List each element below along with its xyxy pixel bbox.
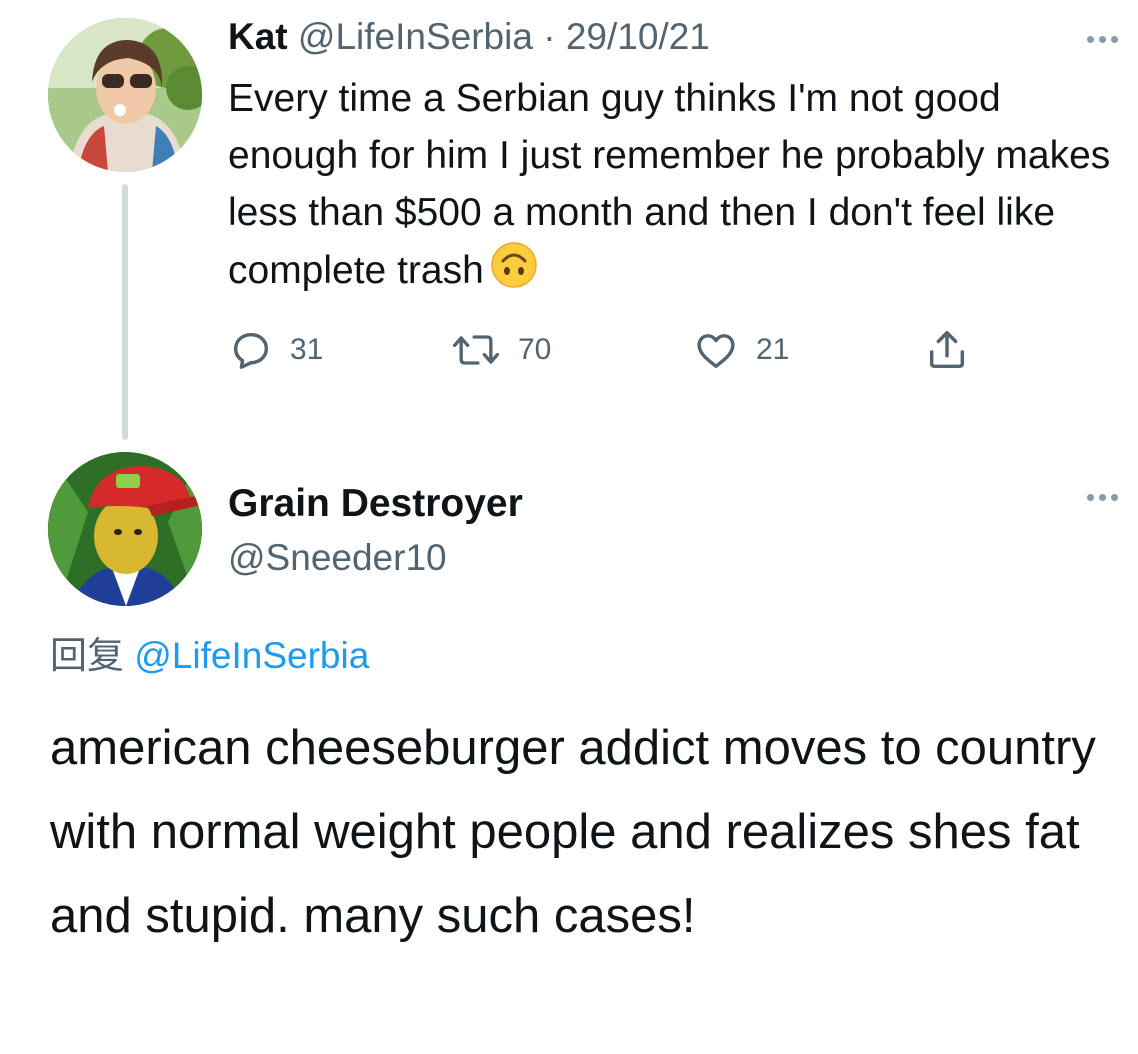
reply-count: 31 — [290, 333, 324, 366]
share-icon — [929, 331, 965, 369]
heart-icon — [697, 334, 735, 369]
avatar-photo — [48, 18, 202, 172]
upside-down-face-icon — [490, 241, 538, 305]
tweet-date[interactable]: 29/10/21 — [566, 16, 710, 57]
more-options-icon[interactable] — [1087, 36, 1118, 43]
replying-to-mention[interactable]: @LifeInSerbia — [134, 635, 369, 676]
retweet-count: 70 — [518, 333, 552, 366]
tweet-actions: 31 70 21 — [228, 326, 988, 374]
reply-author-handle[interactable]: @Sneeder10 — [228, 534, 447, 582]
reply-author-name[interactable]: Grain Destroyer — [228, 480, 523, 528]
tweet-text-body: Every time a Serbian guy thinks I'm not … — [228, 77, 1111, 292]
tweet-header: Kat @LifeInSerbia · 29/10/21 — [228, 14, 710, 60]
author-handle[interactable]: @LifeInSerbia — [298, 16, 533, 57]
share-button[interactable] — [924, 326, 970, 374]
retweet-icon — [452, 335, 500, 365]
reply-icon — [233, 332, 269, 369]
like-button[interactable]: 21 — [692, 326, 789, 374]
reply-button[interactable]: 31 — [228, 326, 323, 374]
replying-to: 回复 @LifeInSerbia — [50, 632, 369, 680]
avatar[interactable] — [48, 18, 202, 172]
author-name[interactable]: Kat — [228, 16, 288, 57]
replying-prefix: 回复 — [50, 635, 124, 676]
avatar-photo — [48, 452, 202, 606]
separator: · — [543, 16, 556, 57]
reply-text: american cheeseburger addict moves to co… — [50, 721, 1096, 943]
more-options-icon[interactable] — [1087, 494, 1118, 501]
like-count: 21 — [756, 333, 790, 366]
avatar[interactable] — [48, 452, 202, 606]
thread-line — [122, 184, 128, 440]
tweet-text: Every time a Serbian guy thinks I'm not … — [228, 70, 1128, 305]
retweet-button[interactable]: 70 — [450, 326, 551, 374]
